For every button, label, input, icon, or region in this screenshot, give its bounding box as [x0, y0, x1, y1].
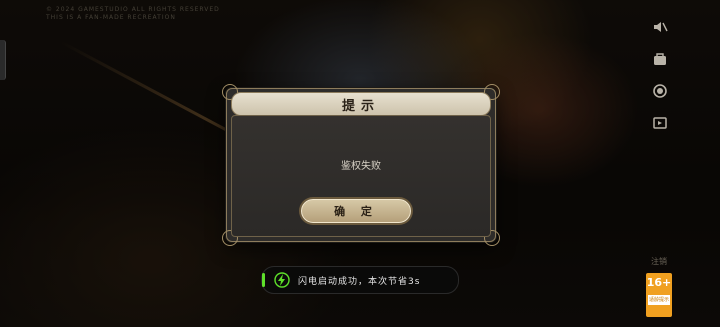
age-rating-value: 16+	[646, 276, 672, 289]
toast-message: 闪电启动成功，本次节省3s	[298, 276, 421, 287]
copyright-text: © 2024 GAMESTUDIO ALL RIGHTS RESERVED	[46, 6, 220, 13]
dialog-title: 提示	[341, 98, 380, 114]
boost-toast: 闪电启动成功，本次节省3s	[261, 266, 459, 294]
side-drawer-handle[interactable]	[0, 40, 6, 80]
toast-accent-bar	[262, 273, 265, 287]
bag-icon[interactable]	[651, 50, 669, 68]
logout-link[interactable]: 注销	[651, 256, 667, 267]
screen-icon[interactable]	[651, 114, 669, 132]
confirm-button[interactable]: 确 定	[301, 199, 411, 223]
lightning-icon	[274, 272, 290, 288]
alert-dialog: 提示 鉴权失败 确 定	[222, 84, 500, 246]
side-toolbar	[650, 18, 670, 132]
confirm-button-label: 确 定	[334, 205, 378, 218]
dialog-message: 鉴权失败	[341, 161, 381, 172]
mute-icon[interactable]	[651, 18, 669, 36]
age-rating-badge: 16+ 适龄提示	[646, 273, 672, 317]
dialog-title-bar: 提示	[231, 92, 491, 116]
game-screen: © 2024 GAMESTUDIO ALL RIGHTS RESERVED TH…	[0, 0, 720, 327]
copyright-text-2: THIS IS A FAN-MADE RECREATION	[46, 14, 176, 21]
age-rating-note: 适龄提示	[648, 295, 670, 305]
record-icon[interactable]	[651, 82, 669, 100]
